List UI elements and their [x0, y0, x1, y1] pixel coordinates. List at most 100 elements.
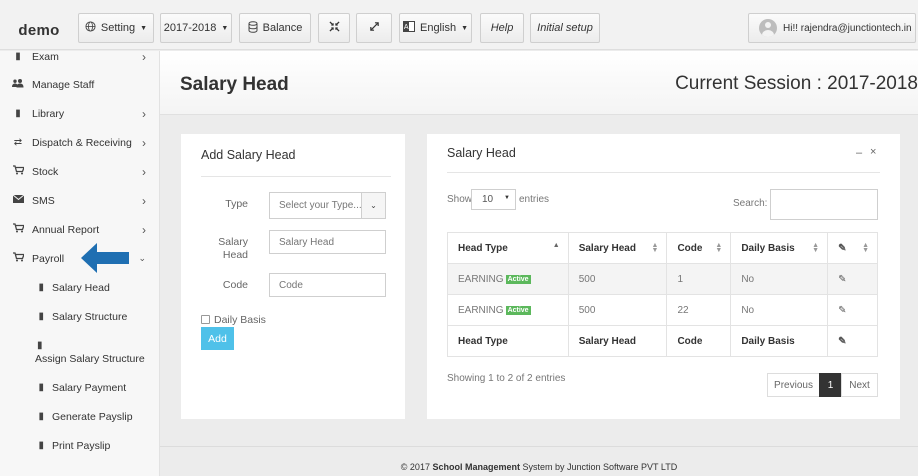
- cart-icon: [0, 223, 32, 236]
- language-icon: A: [402, 21, 415, 35]
- compress-icon: [328, 21, 340, 35]
- close-icon[interactable]: ×: [870, 146, 876, 158]
- initial-setup-label: Initial setup: [537, 22, 593, 34]
- help-label: Help: [490, 22, 514, 34]
- initial-setup-button[interactable]: Initial setup: [530, 13, 600, 43]
- book-icon: ▮: [38, 282, 44, 293]
- sidebar-subitem-assign-salary-structure[interactable]: ▮ Assign Salary Structure: [35, 340, 155, 365]
- sidebar-item-exam[interactable]: ▮ Exam ›: [0, 42, 160, 71]
- sidebar-item-library[interactable]: ▮ Library ›: [0, 99, 160, 128]
- user-menu[interactable]: Hi!! rajendra@junctiontech.in: [748, 13, 916, 43]
- cell-salary-head: 500: [567, 294, 668, 326]
- user-greeting: Hi!! rajendra@junctiontech.in: [783, 22, 912, 34]
- sidebar-item-label: Stock: [32, 165, 59, 178]
- salary-head-list-panel: Salary Head – × Show 10 ▼ entries Search…: [427, 134, 900, 419]
- salary-head-table: Head Type ▲ Salary Head ▲ ▼ Code ▲ ▼ Daily Ba…: [447, 232, 878, 357]
- language-dropdown[interactable]: A English ▼: [399, 13, 472, 43]
- cell-head-type: EARNING Active: [447, 294, 569, 326]
- status-badge: Active: [505, 305, 531, 315]
- column-header-head-type[interactable]: Head Type ▲: [447, 232, 569, 264]
- session-dropdown[interactable]: 2017-2018 ▼: [160, 13, 232, 43]
- sidebar-item-annual-report[interactable]: Annual Report ›: [0, 215, 160, 244]
- cart-icon: [0, 165, 32, 178]
- language-label: English: [419, 22, 457, 34]
- edit-icon: ✎: [838, 335, 847, 347]
- shrink-button[interactable]: [318, 13, 350, 43]
- book-icon: ▮: [38, 382, 44, 393]
- sidebar-item-stock[interactable]: Stock ›: [0, 157, 160, 186]
- edit-icon: ✎: [838, 242, 847, 254]
- footer-code: Code: [666, 325, 732, 357]
- chevron-down-icon[interactable]: ⌄: [361, 193, 385, 218]
- sidebar-subitem-generate-payslip[interactable]: ▮ Generate Payslip: [0, 402, 160, 431]
- users-icon: [0, 78, 32, 91]
- pagination: Previous 1 Next: [767, 373, 878, 397]
- entries-value: 10: [482, 194, 494, 205]
- type-select[interactable]: Select your Type... ⌄: [269, 192, 386, 219]
- column-header-daily-basis[interactable]: Daily Basis ▲ ▼: [730, 232, 829, 264]
- sidebar-subitem-label: Salary Structure: [52, 310, 128, 323]
- divider: [201, 176, 391, 177]
- salary-head-input[interactable]: [269, 230, 386, 254]
- help-button[interactable]: Help: [480, 13, 524, 43]
- column-header-edit[interactable]: ✎ ▲ ▼: [827, 232, 878, 264]
- session-label: 2017-2018: [163, 22, 217, 34]
- page-footer: © 2017 School Management System by Junct…: [160, 446, 918, 476]
- previous-button[interactable]: Previous: [767, 373, 820, 397]
- sidebar-subitem-salary-head[interactable]: ▮ Salary Head: [0, 273, 160, 302]
- sidebar-item-label: SMS: [32, 194, 55, 207]
- book-icon: ▮: [15, 108, 21, 119]
- sort-icon: ▲ ▼: [651, 242, 659, 254]
- code-label: Code: [222, 279, 248, 291]
- cart-icon: [0, 252, 32, 265]
- code-input[interactable]: [269, 273, 386, 297]
- salary-head-label: Salary Head: [218, 236, 248, 261]
- page-1-button[interactable]: 1: [819, 373, 842, 397]
- sort-icon: ▲ ▼: [715, 242, 723, 254]
- daily-basis-checkbox[interactable]: [201, 315, 210, 324]
- add-button[interactable]: Add: [201, 327, 234, 350]
- setting-dropdown[interactable]: Setting ▼: [78, 13, 154, 43]
- edit-icon[interactable]: ✎: [838, 274, 846, 285]
- show-label: Show: [447, 194, 473, 205]
- daily-basis-label: Daily Basis: [214, 314, 266, 326]
- status-badge: Active: [505, 274, 531, 284]
- table-header-row: Head Type ▲ Salary Head ▲ ▼ Code ▲ ▼ Daily Ba…: [447, 232, 878, 264]
- sidebar: ▮ Exam › Manage Staff ▮ Library › ⇄ Disp…: [0, 50, 160, 476]
- chevron-right-icon: ›: [142, 222, 146, 237]
- minimize-icon[interactable]: –: [856, 147, 862, 159]
- avatar: [759, 19, 777, 37]
- sidebar-item-label: Annual Report: [32, 223, 100, 236]
- next-button[interactable]: Next: [841, 373, 878, 397]
- search-input[interactable]: [770, 189, 878, 220]
- entries-select[interactable]: 10 ▼: [471, 189, 516, 210]
- main-content: Salary Head Current Session : 2017-2018 …: [160, 51, 918, 446]
- sidebar-item-dispatch-receiving[interactable]: ⇄ Dispatch & Receiving ›: [0, 128, 160, 157]
- database-icon: [248, 20, 258, 36]
- book-icon: ▮: [38, 440, 44, 451]
- table-footer-row: Head Type Salary Head Code Daily Basis ✎: [447, 325, 878, 357]
- book-icon: ▮: [38, 311, 44, 322]
- sidebar-subitem-salary-structure[interactable]: ▮ Salary Structure: [0, 302, 160, 331]
- column-header-code[interactable]: Code ▲ ▼: [666, 232, 732, 264]
- caret-down-icon: ▼: [140, 24, 148, 32]
- edit-icon[interactable]: ✎: [838, 305, 846, 316]
- sidebar-item-label: Exam: [32, 50, 59, 63]
- expand-icon: [369, 21, 380, 35]
- column-header-salary-head[interactable]: Salary Head ▲ ▼: [567, 232, 668, 264]
- caret-down-icon: ▼: [504, 195, 510, 201]
- sidebar-item-sms[interactable]: SMS ›: [0, 186, 160, 215]
- sidebar-subitem-salary-payment[interactable]: ▮ Salary Payment: [0, 373, 160, 402]
- footer-daily-basis: Daily Basis: [730, 325, 829, 357]
- sidebar-subitem-print-payslip[interactable]: ▮ Print Payslip: [0, 431, 160, 460]
- balance-label: Balance: [262, 22, 303, 34]
- exchange-icon: ⇄: [13, 137, 23, 148]
- fullscreen-button[interactable]: [356, 13, 392, 43]
- cell-code: 22: [666, 294, 732, 326]
- type-select-placeholder: Select your Type...: [279, 200, 362, 211]
- balance-button[interactable]: Balance: [239, 13, 311, 43]
- book-icon: ▮: [38, 411, 44, 422]
- sidebar-item-label: Library: [32, 107, 65, 120]
- sidebar-item-payroll[interactable]: Payroll ⌄: [0, 244, 160, 273]
- sidebar-item-manage-staff[interactable]: Manage Staff: [0, 70, 160, 99]
